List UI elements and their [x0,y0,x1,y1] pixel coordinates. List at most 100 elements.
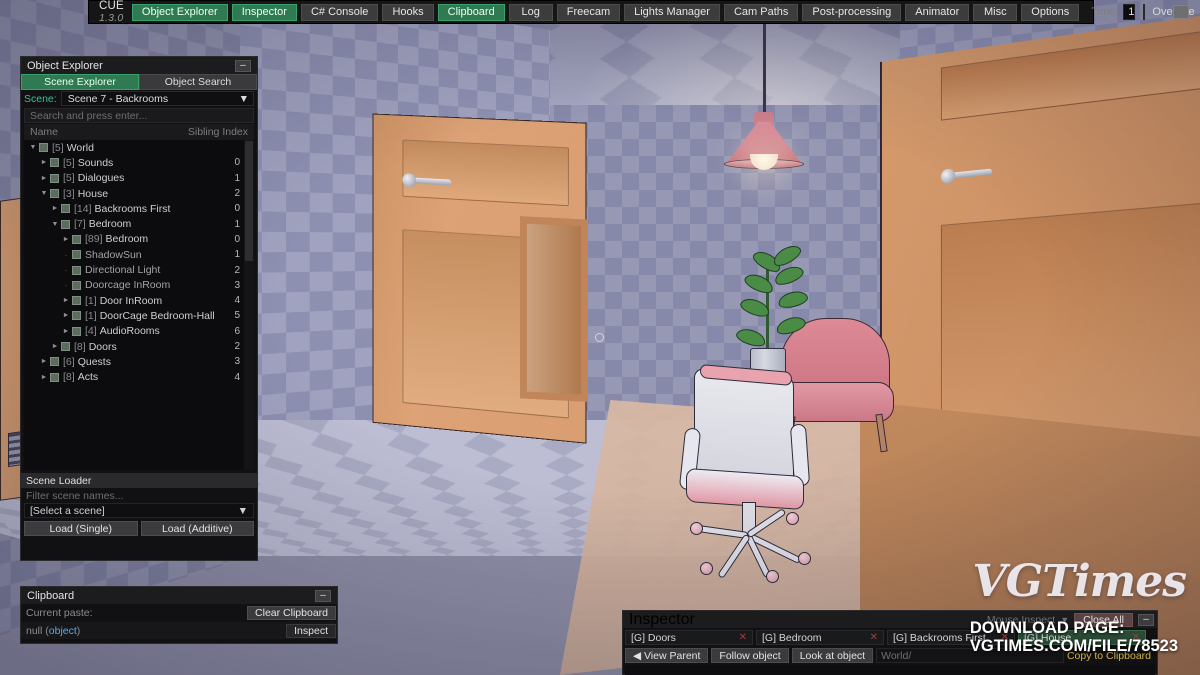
tab-object-search[interactable]: Object Search [139,74,257,90]
time-slider-knob[interactable] [1173,5,1190,19]
toolbar-button-misc[interactable]: Misc [973,3,1018,21]
chevron-right-icon[interactable]: ► [39,175,49,182]
leaf-dot-icon[interactable]: · [61,250,71,260]
chevron-down-icon[interactable]: ▼ [28,144,38,151]
tree-node[interactable]: ► [6] Quests 3 [24,354,254,369]
clipboard-titlebar: Clipboard – [21,587,337,604]
scene-tree[interactable]: ▼ [5] World ► [5] Sounds 0 ► [5] Dialogues 1 ▼ [3] Ho… [24,140,254,470]
toolbar-button-lights-manager[interactable]: Lights Manager [624,3,720,21]
scene-loader-filter-placeholder: Filter scene names... [26,489,124,502]
toolbar-button-cam-paths[interactable]: Cam Paths [723,3,799,21]
sibling-index-value: 1 [234,172,240,184]
chevron-right-icon[interactable]: ► [50,205,60,212]
minimize-icon[interactable]: – [315,589,331,602]
chevron-down-icon[interactable]: ▼ [50,221,60,228]
chevron-down-icon[interactable]: ▼ [1060,615,1069,625]
tree-node[interactable]: ► [4] AudioRooms 6 [24,324,254,339]
tree-node[interactable]: ► [8] Acts 4 [24,369,254,384]
tree-search-input[interactable]: Search and press enter... [24,108,254,123]
follow-object-button[interactable]: Follow object [711,648,789,663]
chevron-right-icon[interactable]: ► [39,159,49,166]
scene-loader-dropdown-value: [Select a scene] [30,504,105,517]
clipboard-title: Clipboard [27,589,75,602]
close-icon[interactable]: ✕ [1001,632,1009,643]
tree-node[interactable]: · ShadowSun 1 [24,247,254,262]
leaf-dot-icon[interactable]: · [61,265,71,275]
tree-node[interactable]: ► [89] Bedroom 0 [24,232,254,247]
override-checkbox[interactable] [1143,4,1146,20]
tree-node[interactable]: · Doorcage InRoom 3 [24,278,254,293]
scene-dropdown[interactable]: Scene 7 - Backrooms ▼ [60,91,254,106]
toolbar-button-c-console[interactable]: C# Console [300,3,379,21]
chevron-right-icon[interactable]: ► [61,328,71,335]
chevron-right-icon[interactable]: ► [39,358,49,365]
copy-to-clipboard-button[interactable]: Copy to Clipboard [1067,650,1155,662]
tree-scrollbar[interactable] [244,140,254,470]
time-value-input[interactable]: 1 [1123,4,1136,20]
tree-node[interactable]: ► [14] Backrooms First 0 [24,201,254,216]
tree-node[interactable]: ► [1] DoorCage Bedroom-Hall 5 [24,308,254,323]
gameobject-cube-icon [72,250,81,260]
tree-node[interactable]: · Directional Light 2 [24,262,254,277]
chevron-right-icon[interactable]: ► [50,343,60,350]
chevron-right-icon[interactable]: ► [61,236,71,243]
tree-node[interactable]: ▼ [7] Bedroom 1 [24,216,254,231]
minimize-icon[interactable]: – [235,59,251,72]
scene-loader-dropdown[interactable]: [Select a scene] ▼ [24,503,254,518]
inspector-tab[interactable]: [G] Bedroom ✕ [756,630,884,645]
child-count: [4] [85,325,97,338]
child-count: [8] [63,371,75,384]
inspector-tab[interactable]: [G] Doors ✕ [625,630,753,645]
inspector-tab[interactable]: [G] Backrooms First ✕ [887,630,1015,645]
tree-node-label: Directional Light [85,264,161,277]
close-icon[interactable]: ✕ [739,632,747,643]
toolbar-button-options[interactable]: Options [1021,3,1080,21]
scene-loader-filter-input[interactable]: Filter scene names... [21,488,257,503]
object-path-field[interactable]: World/ [876,648,1064,663]
sibling-index-value: 3 [234,356,240,368]
inspect-button[interactable]: Inspect [286,624,336,638]
clear-clipboard-button[interactable]: Clear Clipboard [247,606,336,620]
look-at-object-button[interactable]: Look at object [791,648,874,663]
tree-node[interactable]: ▼ [3] House 2 [24,186,254,201]
toolbar-button-clipboard[interactable]: Clipboard [437,3,505,21]
toolbar-button-inspector[interactable]: Inspector [231,3,297,21]
inspector-panel: Inspector Mouse Inspect ▼ Close All – [G… [622,610,1158,675]
mouse-inspect-toggle[interactable]: Mouse Inspect [987,614,1055,626]
view-parent-button[interactable]: ◀ View Parent [625,648,709,663]
load-additive-button[interactable]: Load (Additive) [140,521,254,536]
tree-node[interactable]: ► [5] Sounds 0 [24,155,254,170]
toolbar-button-animator[interactable]: Animator [905,3,970,21]
toolbar-button-freecam[interactable]: Freecam [556,3,621,21]
sibling-index-value: 2 [234,188,240,200]
inspector-tab[interactable]: [G] House ✕ [1018,630,1146,645]
tree-scrollbar-thumb[interactable] [245,141,253,261]
chevron-right-icon[interactable]: ► [61,312,71,319]
child-count: [89] [85,233,103,246]
toolbar-button-post-processing[interactable]: Post-processing [802,3,902,21]
tree-node[interactable]: ▼ [5] World [24,140,254,155]
close-icon[interactable]: ✕ [870,632,878,643]
chevron-right-icon[interactable]: ► [39,374,49,381]
sibling-index-value: 0 [234,203,240,215]
close-all-button[interactable]: Close All [1074,612,1133,627]
gameobject-cube-icon [61,204,70,214]
toolbar-button-hooks[interactable]: Hooks [382,3,434,21]
load-single-button[interactable]: Load (Single) [24,521,138,536]
chevron-right-icon[interactable]: ► [61,297,71,304]
tab-scene-explorer[interactable]: Scene Explorer [21,74,139,90]
minimize-icon[interactable]: – [1138,613,1154,626]
chevron-down-icon[interactable]: ▼ [39,190,49,197]
clipboard-panel: Clipboard – Current paste: Clear Clipboa… [20,586,338,644]
toolbar-button-log[interactable]: Log [508,3,553,21]
tree-node[interactable]: ► [8] Doors 2 [24,339,254,354]
tree-node-label: Dialogues [77,172,125,185]
close-icon[interactable]: ✕ [1132,632,1140,643]
app-version: 1.3.0 [99,12,124,24]
leaf-dot-icon[interactable]: · [61,280,71,290]
toolbar-button-object-explorer[interactable]: Object Explorer [131,3,228,21]
scene-selector-row: Scene: Scene 7 - Backrooms ▼ [21,90,257,107]
scene-loader-buttons: Load (Single) Load (Additive) [24,521,254,536]
tree-node[interactable]: ► [5] Dialogues 1 [24,171,254,186]
tree-node[interactable]: ► [1] Door InRoom 4 [24,293,254,308]
